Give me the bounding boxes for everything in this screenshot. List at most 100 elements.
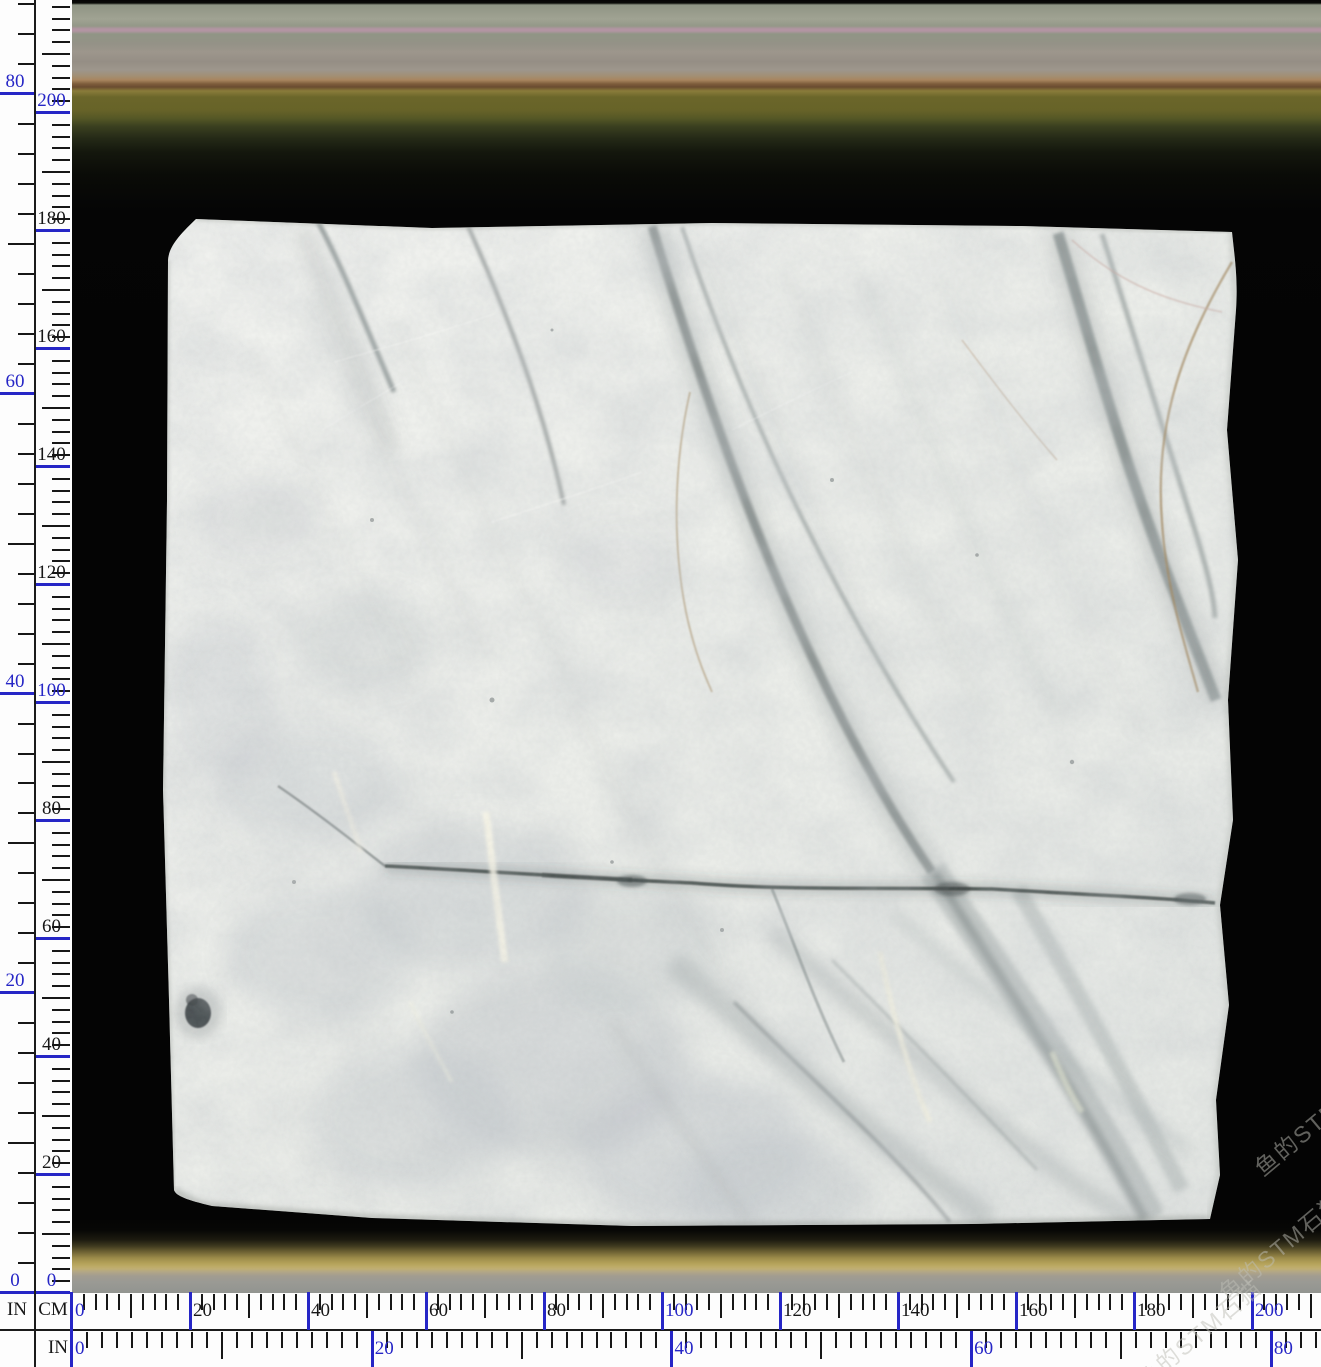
in-ruler-tick	[326, 1332, 328, 1348]
cm-ruler-tick	[52, 903, 70, 905]
in-ruler-tick	[1135, 1332, 1137, 1348]
cm-ruler-label: 200	[35, 90, 68, 111]
cm-ruler-tick	[1074, 1294, 1076, 1318]
cm-ruler-tick	[52, 667, 70, 669]
cm-ruler-tick	[52, 596, 70, 598]
cm-ruler-label: 80	[547, 1300, 593, 1321]
cm-ruler-tick	[52, 1080, 70, 1082]
in-ruler-tick	[18, 213, 34, 215]
cm-ruler-tick	[52, 714, 70, 716]
in-ruler-label: 20	[375, 1338, 421, 1359]
in-ruler-tick	[206, 1332, 208, 1348]
cm-ruler-line	[36, 465, 70, 468]
cm-ruler-tick	[52, 608, 70, 610]
cm-ruler-tick	[649, 1294, 651, 1310]
in-ruler-label: 80	[0, 71, 30, 92]
cm-ruler-tick	[52, 77, 70, 79]
cm-ruler-tick	[52, 1103, 70, 1105]
cm-ruler-tick	[52, 360, 70, 362]
in-ruler-tick	[18, 423, 34, 425]
cm-ruler-tick	[1192, 1294, 1194, 1318]
cm-ruler-tick	[52, 419, 70, 421]
slab-scan-page: IN CM IN 鱼的STM石猫 鱼的STM石猫 鱼的STM石猫 0204060…	[0, 0, 1321, 1367]
in-ruler-tick	[820, 1332, 822, 1359]
in-ruler-line	[0, 392, 34, 395]
cm-ruler-label: 40	[311, 1300, 357, 1321]
cm-ruler-tick	[873, 1294, 875, 1310]
in-ruler-label: 60	[974, 1338, 1020, 1359]
in-ruler-tick	[581, 1332, 583, 1348]
cm-ruler-tick	[52, 785, 70, 787]
cm-ruler-tick	[968, 1294, 970, 1310]
cm-ruler-tick	[626, 1294, 628, 1310]
cm-ruler-line	[36, 701, 70, 704]
cm-ruler-label: 140	[901, 1300, 947, 1321]
in-ruler-tick	[18, 1232, 34, 1234]
in-ruler-tick	[1150, 1332, 1152, 1348]
in-ruler-tick	[910, 1332, 912, 1348]
in-ruler-tick	[18, 902, 34, 904]
inch-column-unit-label: IN	[0, 1299, 34, 1321]
cm-ruler-tick	[272, 1294, 274, 1310]
cm-ruler-tick	[52, 124, 70, 126]
cm-ruler-tick	[42, 1233, 70, 1235]
cm-ruler-tick	[850, 1294, 852, 1310]
cm-ruler-label: 100	[665, 1300, 711, 1321]
in-ruler-line	[0, 92, 34, 95]
in-ruler-tick	[18, 1202, 34, 1204]
cm-ruler-tick	[732, 1294, 734, 1310]
in-ruler-tick	[18, 782, 34, 784]
cm-ruler-tick	[52, 655, 70, 657]
cm-ruler-label: 180	[1137, 1300, 1183, 1321]
cm-ruler-tick	[1239, 1294, 1241, 1310]
cm-ruler-tick	[614, 1294, 616, 1310]
cm-ruler-tick	[496, 1294, 498, 1310]
cm-ruler-label: 180	[35, 208, 68, 229]
cm-ruler-tick	[52, 501, 70, 503]
cm-ruler-label: 160	[35, 326, 68, 347]
cm-ruler-tick	[52, 985, 70, 987]
cm-ruler-label: 0	[75, 1300, 121, 1321]
cm-ruler-tick	[991, 1294, 993, 1310]
in-ruler-tick	[18, 123, 34, 125]
cm-ruler-tick	[52, 195, 70, 197]
cm-ruler-tick	[260, 1294, 262, 1310]
cm-ruler-tick	[42, 525, 70, 527]
cm-ruler-tick	[52, 265, 70, 267]
in-ruler-tick	[176, 1332, 178, 1348]
in-ruler-tick	[236, 1332, 238, 1348]
in-ruler-tick	[521, 1332, 523, 1359]
in-ruler-line	[0, 692, 34, 695]
cm-ruler-tick	[52, 277, 70, 279]
in-ruler-tick	[18, 603, 34, 605]
cm-ruler-tick	[42, 997, 70, 999]
cm-ruler-tick	[142, 1294, 144, 1310]
cm-ruler-tick	[52, 18, 70, 20]
in-ruler-line	[670, 1331, 673, 1367]
cm-ruler-tick	[767, 1294, 769, 1310]
cm-ruler-label: 20	[193, 1300, 239, 1321]
in-ruler-tick	[18, 483, 34, 485]
cm-ruler-tick	[52, 159, 70, 161]
in-ruler-tick	[880, 1332, 882, 1348]
in-ruler-tick	[940, 1332, 942, 1348]
in-ruler-tick	[760, 1332, 762, 1348]
cm-ruler-tick	[52, 1021, 70, 1023]
cm-ruler-tick	[862, 1294, 864, 1310]
cm-ruler-line	[36, 1291, 70, 1294]
in-ruler-tick	[536, 1332, 538, 1348]
in-ruler-tick	[18, 1172, 34, 1174]
in-ruler-tick	[18, 63, 34, 65]
cm-ruler-tick	[52, 395, 70, 397]
cm-ruler-tick	[295, 1294, 297, 1310]
cm-ruler-tick	[838, 1294, 840, 1318]
in-ruler-tick	[131, 1332, 133, 1348]
cm-ruler-tick	[508, 1294, 510, 1310]
cm-ruler-tick	[52, 855, 70, 857]
in-ruler-tick	[1255, 1332, 1257, 1348]
in-ruler-tick	[18, 3, 34, 5]
in-ruler-tick	[8, 1142, 34, 1144]
cm-ruler-tick	[1003, 1294, 1005, 1310]
in-ruler-tick	[18, 303, 34, 305]
in-ruler-tick	[18, 753, 34, 755]
